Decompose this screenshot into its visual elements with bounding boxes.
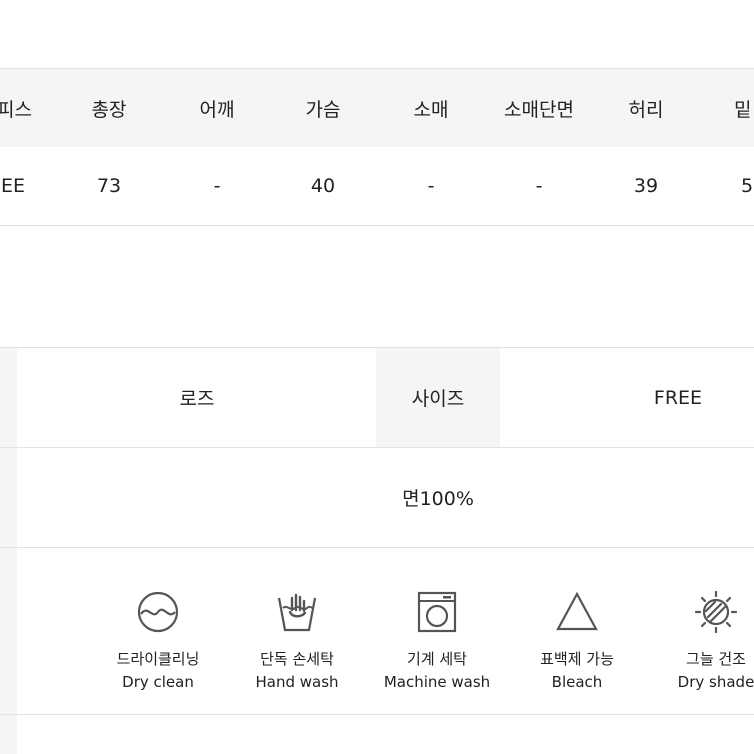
value-cell: 5 xyxy=(741,175,754,197)
header-cell: 밑 xyxy=(734,98,752,121)
header-cell: 총장 xyxy=(91,98,127,121)
value-cell: 39 xyxy=(633,175,659,197)
header-cell: 가슴 xyxy=(305,98,341,121)
size-value: FREE xyxy=(653,386,703,409)
machine-wash-icon xyxy=(417,591,457,633)
header-cell: 소매 xyxy=(413,98,449,121)
care-label-ko: 단독 손세탁 xyxy=(260,650,334,668)
divider xyxy=(0,547,754,548)
size-table-header-row: 피스 총장 어깨 가슴 소매 소매단면 허리 밑 xyxy=(0,68,754,147)
care-label-en: Machine wash xyxy=(383,673,491,691)
care-label-ko: 기계 세탁 xyxy=(407,650,467,668)
material-value: 면100% xyxy=(402,488,474,510)
care-label-ko: 그늘 건조 xyxy=(686,650,746,668)
care-item-dry-shade: 그늘 건조 Dry shade xyxy=(646,590,754,691)
dry-clean-icon xyxy=(137,591,179,633)
care-label-ko: 표백제 가능 xyxy=(540,650,614,668)
header-cell: 어깨 xyxy=(199,98,235,121)
care-label-en: Hand wash xyxy=(255,673,339,691)
value-cell: - xyxy=(213,175,221,197)
dry-shade-icon xyxy=(694,590,738,634)
label-column xyxy=(0,448,17,547)
value-cell: 40 xyxy=(310,175,336,197)
label-column xyxy=(0,715,17,754)
value-cell: - xyxy=(427,175,435,197)
bleach-icon xyxy=(556,591,598,631)
care-label-en: Dry shade xyxy=(677,673,754,691)
hand-wash-icon xyxy=(277,593,317,632)
label-column xyxy=(0,348,17,447)
divider xyxy=(0,714,754,715)
care-item-bleach: 표백제 가능 Bleach xyxy=(507,590,647,691)
value-cell: - xyxy=(535,175,543,197)
label-column xyxy=(0,548,17,714)
care-item-dry-clean: 드라이클리닝 Dry clean xyxy=(88,590,228,691)
care-label-ko: 드라이클리닝 xyxy=(116,650,200,668)
size-table-value-row: EE 73 - 40 - - 39 5 xyxy=(0,147,754,226)
care-label-en: Bleach xyxy=(551,673,603,691)
care-item-machine-wash: 기계 세탁 Machine wash xyxy=(367,590,507,691)
header-cell: 소매단면 xyxy=(504,98,574,121)
size-label: 사이즈 xyxy=(411,388,465,410)
care-label-en: Dry clean xyxy=(122,673,194,691)
fit-value: 로즈 xyxy=(179,388,215,410)
care-item-hand-wash: 단독 손세탁 Hand wash xyxy=(227,590,367,691)
value-cell: 73 xyxy=(96,175,122,197)
header-cell: 허리 xyxy=(628,98,664,121)
